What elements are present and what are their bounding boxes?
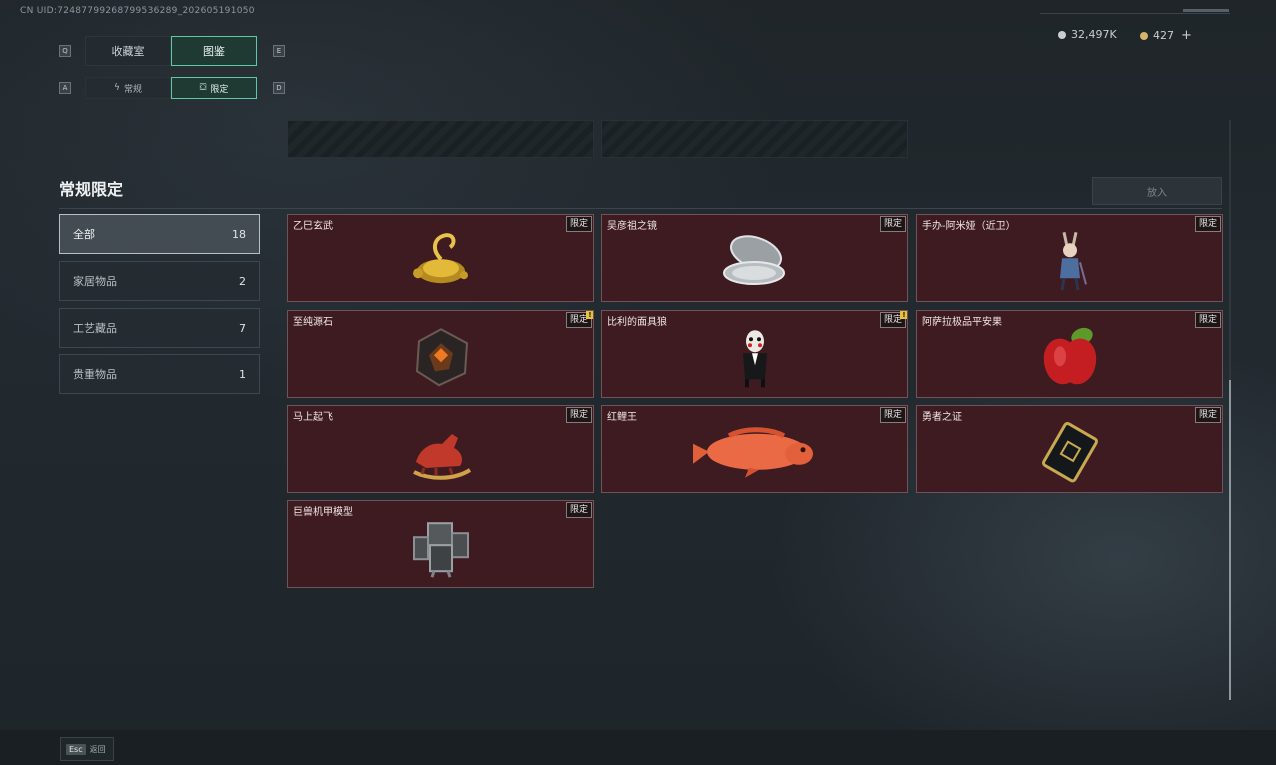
uid-text: CN UID:7248779926879953628​9_20260519105… bbox=[20, 6, 255, 16]
top-right-indicator bbox=[1183, 9, 1229, 12]
tab-codex[interactable]: 图鉴 bbox=[171, 36, 257, 66]
limited-badge: 限定 bbox=[1194, 312, 1221, 328]
tab-collection-room[interactable]: 收藏室 bbox=[85, 36, 171, 66]
item-name: 比利的面具狼 bbox=[607, 317, 667, 328]
billy-puppet-icon bbox=[742, 330, 767, 388]
red-horse-icon bbox=[412, 434, 471, 480]
category-count: 1 bbox=[239, 367, 246, 381]
subtab-label: 常规 bbox=[123, 84, 142, 95]
item-card[interactable]: 乙巳玄武 限定 bbox=[287, 214, 594, 302]
category-label: 家居物品 bbox=[73, 275, 117, 288]
silver-coin-icon bbox=[1058, 30, 1066, 39]
compact-mirror-icon bbox=[722, 235, 785, 285]
limited-badge: 限定 bbox=[1194, 407, 1221, 423]
item-name: 马上起飞 bbox=[293, 412, 333, 423]
warning-icon: ! bbox=[900, 311, 907, 319]
tab-left-key: Q bbox=[59, 45, 71, 57]
lightning-icon: ϟ bbox=[114, 83, 120, 93]
item-name: 巨兽机甲模型 bbox=[293, 507, 353, 518]
red-carp-icon bbox=[692, 427, 813, 478]
currency-value: 32,497K bbox=[1071, 28, 1117, 41]
subtab-limited[interactable]: ⛋ 限定 bbox=[171, 77, 257, 99]
tab-right-key: E bbox=[273, 45, 285, 57]
item-name: 勇者之证 bbox=[922, 412, 962, 423]
item-name: 红鲤王 bbox=[607, 412, 637, 423]
golden-turtle-icon bbox=[412, 233, 468, 284]
subtab-right-key: D bbox=[273, 82, 285, 94]
originium-crystal-icon bbox=[415, 328, 468, 387]
item-card[interactable]: 阿萨拉极品平安果 限定 bbox=[916, 310, 1223, 398]
limited-badge: 限定 bbox=[565, 216, 592, 232]
tab-label: 收藏室 bbox=[111, 45, 145, 58]
figure-amiya-icon bbox=[1059, 231, 1087, 291]
esc-key: Esc bbox=[66, 743, 86, 755]
top-right-divider bbox=[1040, 13, 1230, 14]
subtab-label: 限定 bbox=[210, 84, 229, 95]
gold-coin-icon bbox=[1140, 31, 1148, 40]
subtab-left-key: A bbox=[59, 82, 71, 94]
back-button[interactable]: Esc 返回 bbox=[60, 737, 114, 761]
gold-currency[interactable]: 427 + bbox=[1140, 28, 1192, 43]
hero-card-icon bbox=[1041, 422, 1098, 483]
item-card[interactable]: 手办-阿米娅（近卫） 限定 bbox=[916, 214, 1223, 302]
item-card[interactable]: 勇者之证 限定 bbox=[916, 405, 1223, 493]
item-name: 乙巳玄武 bbox=[293, 221, 333, 232]
category-craft[interactable]: 工艺藏品 7 bbox=[59, 308, 260, 348]
item-card[interactable]: 比利的面具狼 限定 ! bbox=[601, 310, 908, 398]
back-label: 返回 bbox=[89, 744, 106, 754]
category-label: 贵重物品 bbox=[73, 368, 117, 381]
limited-badge: 限定 bbox=[879, 407, 906, 423]
footer-bar bbox=[0, 730, 1276, 765]
category-count: 2 bbox=[239, 274, 246, 288]
tab-label: 图鉴 bbox=[203, 45, 225, 58]
limited-badge: 限定 bbox=[879, 216, 906, 232]
limited-icon: ⛋ bbox=[199, 83, 207, 93]
partial-card bbox=[287, 120, 594, 158]
category-valuable[interactable]: 贵重物品 1 bbox=[59, 354, 260, 394]
red-apple-icon bbox=[1043, 327, 1096, 385]
category-count: 7 bbox=[239, 321, 246, 335]
category-all[interactable]: 全部 18 bbox=[59, 214, 260, 254]
category-label: 全部 bbox=[73, 228, 95, 241]
category-count: 18 bbox=[232, 227, 246, 241]
item-name: 手办-阿米娅（近卫） bbox=[922, 221, 1016, 232]
limited-badge: 限定 bbox=[565, 407, 592, 423]
partial-card bbox=[601, 120, 908, 158]
scrollbar-thumb[interactable] bbox=[1229, 380, 1231, 700]
category-label: 工艺藏品 bbox=[73, 322, 117, 335]
item-name: 吴彦祖之镜 bbox=[607, 221, 657, 232]
limited-badge: 限定 bbox=[565, 502, 592, 518]
deposit-button[interactable]: 放入 bbox=[1092, 177, 1222, 205]
category-home[interactable]: 家居物品 2 bbox=[59, 261, 260, 301]
limited-badge: 限定 bbox=[1194, 216, 1221, 232]
add-icon[interactable]: + bbox=[1181, 28, 1192, 43]
warning-icon: ! bbox=[586, 311, 593, 319]
item-name: 至纯源石 bbox=[293, 317, 333, 328]
section-title: 常规限定 bbox=[59, 180, 124, 199]
item-card[interactable]: 马上起飞 限定 bbox=[287, 405, 594, 493]
item-card[interactable]: 巨兽机甲模型 限定 bbox=[287, 500, 594, 588]
item-name: 阿萨拉极品平安果 bbox=[922, 317, 1002, 328]
mech-model-icon bbox=[412, 522, 469, 578]
item-card[interactable]: 红鲤王 限定 bbox=[601, 405, 908, 493]
item-card[interactable]: 至纯源石 限定 ! bbox=[287, 310, 594, 398]
section-divider bbox=[59, 208, 1222, 209]
subtab-regular[interactable]: ϟ 常规 bbox=[85, 77, 171, 99]
currency-value: 427 bbox=[1153, 29, 1174, 42]
silver-currency: 32,497K bbox=[1058, 28, 1117, 41]
item-card[interactable]: 吴彦祖之镜 限定 bbox=[601, 214, 908, 302]
